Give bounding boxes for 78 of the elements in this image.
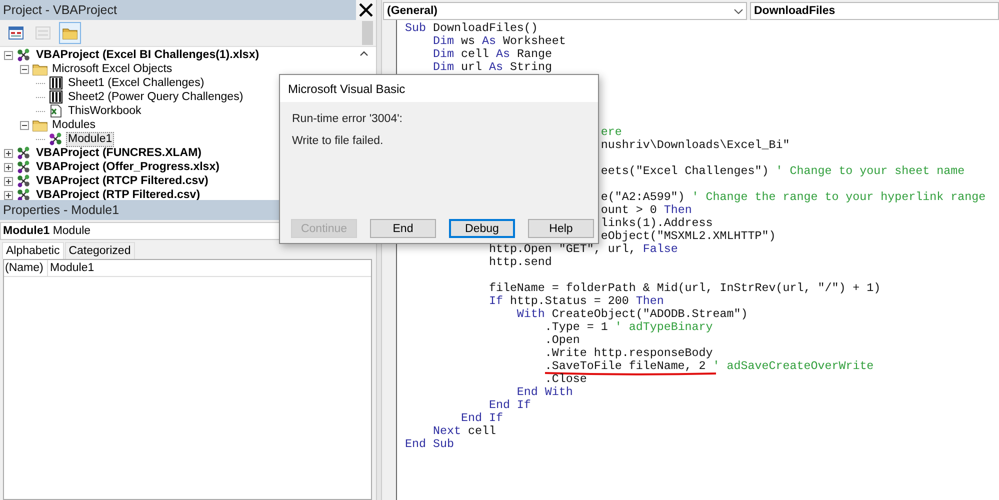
procedure-dropdown[interactable]: DownloadFiles [750,2,999,20]
panel-title: Project - VBAProject [3,3,117,17]
code-line: http.send [488,255,552,269]
folder-icon [62,26,78,40]
list-icon [35,26,51,40]
code-line: .Open [544,333,580,347]
error-message: Run-time error '3004': [292,113,404,125]
error-message: Write to file failed. [292,135,384,147]
panel-title: Properties - Module1 [3,203,120,217]
code-line: eets("Excel Challenges") ' Change to your sheet name [600,164,965,178]
code-line: ount > 0 Then [600,203,692,217]
node-cluster-icon [16,160,32,174]
collapse-icon[interactable] [20,120,29,130]
code-line: End If [460,411,503,425]
node-cluster-icon [16,174,32,188]
expand-icon[interactable] [4,162,13,172]
property-value[interactable]: Module1 [48,262,94,274]
node-cluster-icon [48,132,64,146]
tree-item[interactable]: VBAProject (FUNCRES.XLAM) [34,146,204,160]
code-line: End With [516,385,573,399]
code-line: With CreateObject("ADODB.Stream") [516,307,748,321]
tree-item[interactable]: ThisWorkbook [66,104,144,118]
code-line: End If [488,398,531,412]
code-line: Next cell [432,424,496,438]
folder-icon [32,118,48,132]
code-line: .Write http.responseBody [544,346,713,360]
dialog-title: Microsoft Visual Basic [288,82,406,96]
code-line: If http.Status = 200 Then [488,294,664,308]
tab[interactable]: Categorized [64,242,135,259]
code-line: http.Open "GET", url, False [488,242,678,256]
tree-item[interactable]: Modules [50,118,98,132]
expand-icon[interactable] [4,148,13,158]
code-line: End Sub [405,437,454,451]
property-name: (Name) [4,260,48,276]
close-button[interactable] [356,0,376,20]
chevron-icon [734,8,743,14]
tree-item[interactable]: Sheet2 (Power Query Challenges) [66,90,246,104]
folder-icon [32,62,48,76]
code-line: nushriv\Downloads\Excel_Bi" [600,138,790,152]
document-icon [48,104,64,118]
tab[interactable]: Alphabetic [2,242,64,259]
expand-icon[interactable] [4,190,13,200]
tree-item[interactable]: VBAProject (Excel BI Challenges(1).xlsx) [34,48,262,62]
toolbar-button[interactable] [59,22,81,44]
code-line: eObject("MSXML2.XMLHTTP") [600,229,776,243]
collapse-icon[interactable] [20,64,29,74]
tree-item[interactable]: VBAProject (RTP Filtered.csv) [34,188,202,200]
code-line: .Close [544,372,587,386]
tree-item[interactable]: Microsoft Excel Objects [50,62,174,76]
tree-item[interactable]: VBAProject (RTCP Filtered.csv) [34,174,210,188]
dialog-button[interactable]: Help [528,219,594,238]
tree-item[interactable]: VBAProject (Offer_Progress.xlsx) [34,160,222,174]
node-cluster-icon [16,146,32,160]
code-line: .SaveToFile fileName, 2 ' adSaveCreateOverWrite [544,359,874,373]
sheet-icon [48,90,64,104]
scroll-up-icon[interactable] [360,51,368,56]
code-line: e("A2:A599") ' Change the range to your hyperlink range [600,190,986,204]
collapse-icon[interactable] [4,50,13,60]
dialog-button[interactable]: Debug [449,219,515,238]
tree-item[interactable]: Sheet1 (Excel Challenges) [66,76,206,90]
code-line: links(1).Address [600,216,713,230]
dialog-button[interactable]: End [370,219,436,238]
node-cluster-icon [16,188,32,200]
code-line: fileName = folderPath & Mid(url, InStrRev(url, "/") + 1) [488,281,881,295]
code-line: Sub DownloadFiles() [405,21,538,35]
code-line: Dim url As String [432,60,552,74]
sheet-icon [48,76,64,90]
close-icon [359,3,373,17]
code-line: ere [600,125,622,139]
window-icon [8,26,24,40]
scrollbar-thumb[interactable] [362,21,373,45]
code-line: .Type = 1 ' adTypeBinary [544,320,713,334]
expand-icon[interactable] [4,176,13,186]
node-cluster-icon [16,48,32,62]
tree-item[interactable]: Module1 [66,132,114,146]
code-line: Dim ws As Worksheet [432,34,566,48]
code-line: Dim cell As Range [432,47,552,61]
object-dropdown[interactable]: (General) [383,2,747,20]
